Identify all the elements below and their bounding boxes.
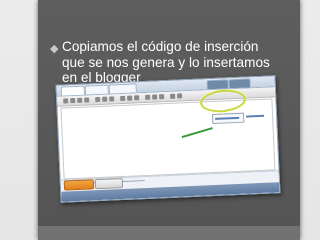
toolbar-icon [159, 94, 165, 100]
toolbar-icon [77, 97, 83, 103]
screenshot-tab [84, 84, 109, 95]
screenshot-embed-box [211, 112, 245, 125]
toolbar-icon [95, 96, 101, 103]
toolbar-icon [177, 93, 183, 99]
screenshot-save-button [94, 178, 124, 190]
toolbar-icon [152, 94, 158, 100]
screenshot-tab [206, 79, 229, 90]
toolbar-icon [127, 95, 133, 101]
toolbar-icon [145, 94, 151, 100]
toolbar-icon [70, 98, 76, 104]
toolbar-icon [170, 93, 176, 99]
blogger-editor-screenshot [55, 75, 281, 203]
toolbar-icon [84, 97, 90, 103]
screenshot-tab [108, 83, 137, 94]
bullet-icon: ◆ [50, 42, 59, 55]
screenshot-frame [55, 75, 281, 203]
screenshot-tab [60, 85, 85, 96]
toolbar-icon [102, 96, 108, 102]
screenshot-arrow [181, 127, 213, 139]
toolbar-icon [63, 98, 69, 104]
screenshot-editor-area [60, 98, 276, 180]
screenshot-link [246, 114, 265, 118]
screenshot-tab [228, 78, 251, 89]
screenshot-publish-button [63, 179, 95, 191]
toolbar-icon [120, 95, 126, 102]
toolbar-icon [109, 96, 115, 102]
panel-bottom-strip [38, 226, 300, 240]
toolbar-icon [134, 95, 140, 101]
